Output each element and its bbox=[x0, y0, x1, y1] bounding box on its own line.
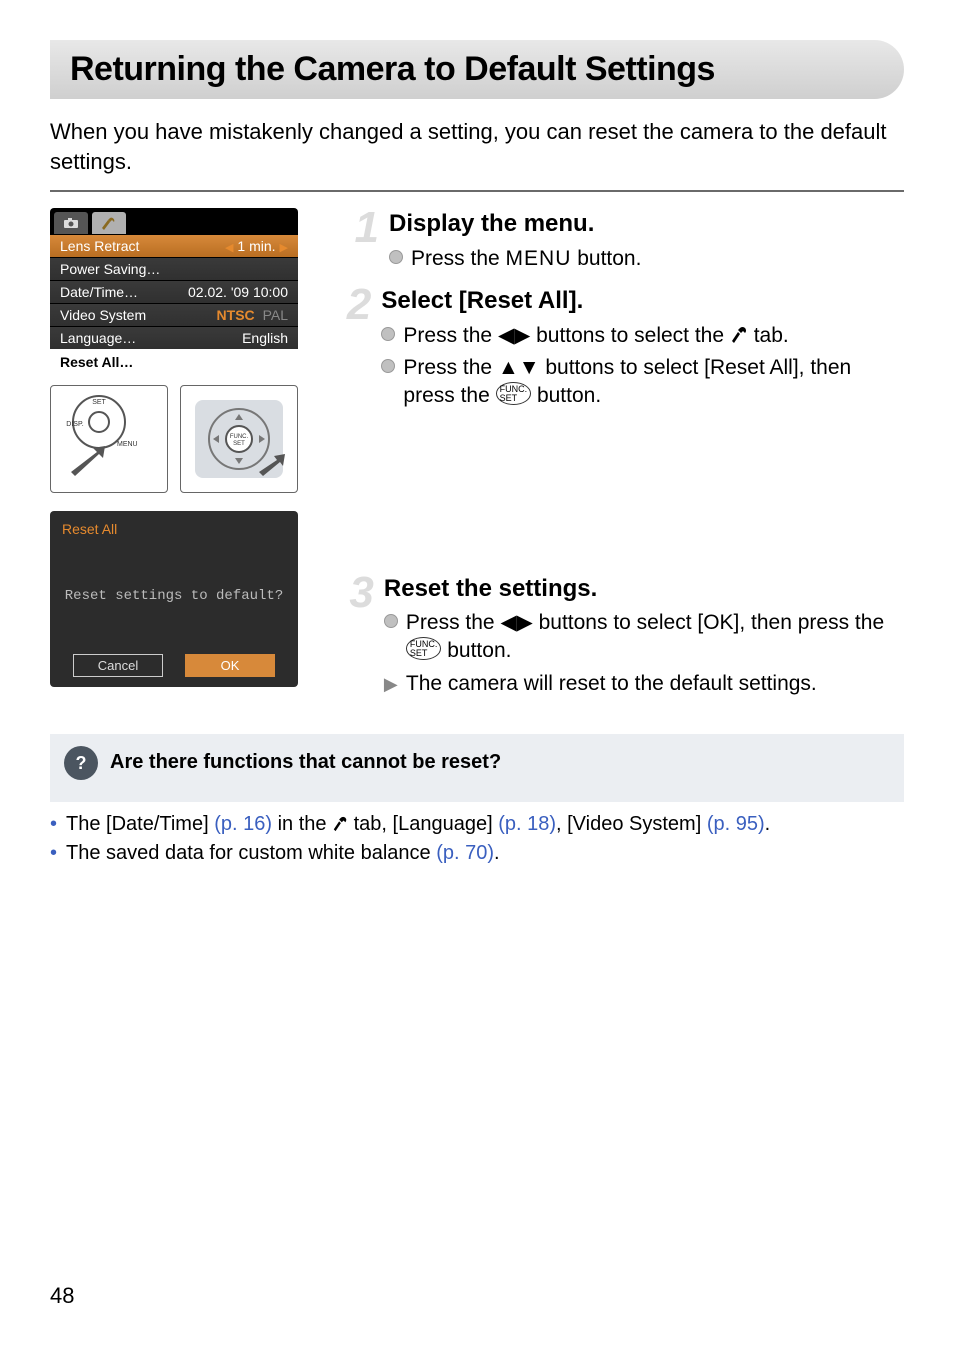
menu-row-date-time: Date/Time… 02.02. '09 10:00 bbox=[50, 280, 298, 303]
button-illustrations: SET DISP. MENU FUNC. SET bbox=[50, 385, 305, 493]
step-title: Reset the settings. bbox=[384, 573, 904, 605]
step-title: Select [Reset All]. bbox=[381, 285, 904, 317]
reset-dialog-screenshot: Reset All Reset settings to default? Can… bbox=[50, 511, 298, 687]
svg-text:DISP.: DISP. bbox=[66, 421, 83, 428]
func-button-illustration: FUNC. SET bbox=[180, 385, 298, 493]
menu-button-illustration: SET DISP. MENU bbox=[50, 385, 168, 493]
spacer bbox=[345, 423, 904, 573]
page-number: 48 bbox=[50, 1283, 74, 1309]
menu-label: Video System bbox=[60, 307, 146, 323]
up-down-arrows-icon: ▲▼ bbox=[498, 356, 540, 379]
bullet-text: Press the MENU button. bbox=[411, 245, 641, 273]
page-ref: (p. 16) bbox=[214, 813, 272, 835]
page-title-bar: Returning the Camera to Default Settings bbox=[50, 40, 904, 99]
menu-label: Power Saving… bbox=[60, 261, 160, 277]
menu-word: MENU bbox=[506, 247, 572, 270]
tip-box: ? Are there functions that cannot be res… bbox=[50, 734, 904, 802]
page-title: Returning the Camera to Default Settings bbox=[70, 50, 884, 89]
menu-value: English bbox=[242, 330, 288, 346]
menu-label: Language… bbox=[60, 330, 136, 346]
left-column: Lens Retract ◀1 min.▶ Power Saving… Date… bbox=[50, 208, 305, 710]
menu-row-power-saving: Power Saving… bbox=[50, 257, 298, 280]
step-body: Select [Reset All]. Press the ◀▶ buttons… bbox=[381, 285, 904, 414]
step-number: 1 bbox=[345, 208, 379, 277]
step-bullet: ▶ The camera will reset to the default s… bbox=[384, 670, 904, 698]
menu-tabs bbox=[50, 208, 298, 234]
tab-camera bbox=[54, 212, 88, 234]
menu-label: Lens Retract bbox=[60, 238, 139, 254]
wrench-hammer-icon bbox=[100, 216, 118, 230]
step-bullet: Press the ◀▶ buttons to select [OK], the… bbox=[384, 609, 904, 666]
dpad-func-icon: FUNC. SET bbox=[189, 394, 289, 484]
tip-item: The [Date/Time] (p. 16) in the tab, [Lan… bbox=[50, 810, 904, 839]
step-body: Reset the settings. Press the ◀▶ buttons… bbox=[384, 573, 904, 702]
menu-label: Date/Time… bbox=[60, 284, 138, 300]
result-arrow-icon: ▶ bbox=[384, 672, 398, 698]
menu-value: NTSC PAL bbox=[217, 307, 288, 323]
menu-value: 02.02. '09 10:00 bbox=[188, 284, 288, 300]
left-right-arrows-icon: ◀▶ bbox=[498, 324, 530, 347]
tip-header: ? Are there functions that cannot be res… bbox=[64, 746, 890, 780]
step-title: Display the menu. bbox=[389, 208, 641, 240]
step-1: 1 Display the menu. Press the MENU butto… bbox=[345, 208, 904, 277]
content-columns: Lens Retract ◀1 min.▶ Power Saving… Date… bbox=[50, 208, 904, 710]
left-right-arrows-icon: ◀▶ bbox=[500, 611, 532, 634]
camera-menu-screenshot: Lens Retract ◀1 min.▶ Power Saving… Date… bbox=[50, 208, 298, 375]
wrench-hammer-icon bbox=[730, 326, 748, 346]
dialog-prompt: Reset settings to default? bbox=[62, 588, 286, 604]
page-ref: (p. 18) bbox=[498, 813, 556, 835]
intro-paragraph: When you have mistakenly changed a setti… bbox=[50, 117, 904, 176]
ok-button: OK bbox=[185, 654, 275, 677]
step-2: 2 Select [Reset All]. Press the ◀▶ butto… bbox=[345, 285, 904, 414]
svg-text:FUNC.: FUNC. bbox=[230, 434, 249, 440]
dialog-title: Reset All bbox=[62, 521, 286, 537]
menu-row-video-system: Video System NTSC PAL bbox=[50, 303, 298, 326]
right-arrow-icon: ▶ bbox=[280, 242, 288, 254]
bullet-icon bbox=[389, 250, 403, 264]
tab-tools bbox=[92, 212, 126, 234]
bullet-text: Press the ◀▶ buttons to select the tab. bbox=[403, 322, 788, 350]
bullet-text: Press the ◀▶ buttons to select [OK], the… bbox=[406, 609, 904, 666]
menu-row-language: Language… English bbox=[50, 326, 298, 349]
wrench-hammer-icon bbox=[332, 813, 348, 835]
page-ref: (p. 70) bbox=[436, 842, 494, 864]
step-bullet: Press the MENU button. bbox=[389, 245, 641, 273]
bullet-icon bbox=[384, 614, 398, 628]
svg-text:MENU: MENU bbox=[117, 441, 138, 448]
camera-icon bbox=[63, 217, 79, 229]
tip-title: Are there functions that cannot be reset… bbox=[110, 751, 501, 774]
tip-item: The saved data for custom white balance … bbox=[50, 839, 904, 868]
svg-text:SET: SET bbox=[233, 441, 245, 447]
dpad-menu-icon: SET DISP. MENU bbox=[59, 394, 159, 484]
func-set-icon: FUNC.SET bbox=[406, 637, 442, 660]
dialog-buttons: Cancel OK bbox=[62, 654, 286, 677]
left-arrow-icon: ◀ bbox=[225, 242, 233, 254]
svg-text:?: ? bbox=[76, 753, 87, 773]
bullet-icon bbox=[381, 327, 395, 341]
divider bbox=[50, 190, 904, 192]
bullet-text: The camera will reset to the default set… bbox=[406, 670, 817, 698]
question-icon: ? bbox=[64, 746, 98, 780]
right-column: 1 Display the menu. Press the MENU butto… bbox=[345, 208, 904, 710]
func-set-icon: FUNC.SET bbox=[496, 382, 532, 405]
step-3: 3 Reset the settings. Press the ◀▶ butto… bbox=[345, 573, 904, 702]
step-bullet: Press the ▲▼ buttons to select [Reset Al… bbox=[381, 354, 904, 411]
menu-value: ◀1 min.▶ bbox=[225, 238, 288, 254]
bullet-icon bbox=[381, 359, 395, 373]
step-number: 2 bbox=[345, 285, 371, 414]
bullet-text: Press the ▲▼ buttons to select [Reset Al… bbox=[403, 354, 904, 411]
step-body: Display the menu. Press the MENU button. bbox=[389, 208, 641, 277]
step-number: 3 bbox=[345, 573, 374, 702]
menu-row-reset-all: Reset All… bbox=[50, 349, 298, 375]
svg-text:SET: SET bbox=[92, 399, 106, 406]
menu-label: Reset All… bbox=[60, 354, 133, 370]
menu-row-lens-retract: Lens Retract ◀1 min.▶ bbox=[50, 234, 298, 257]
cancel-button: Cancel bbox=[73, 654, 163, 677]
tip-list: The [Date/Time] (p. 16) in the tab, [Lan… bbox=[50, 810, 904, 868]
page-ref: (p. 95) bbox=[707, 813, 765, 835]
step-bullet: Press the ◀▶ buttons to select the tab. bbox=[381, 322, 904, 350]
